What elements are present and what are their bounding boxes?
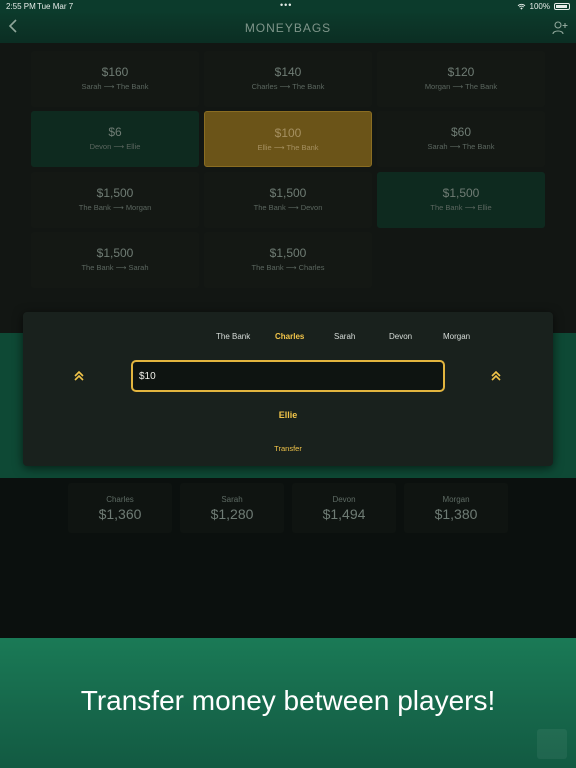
battery-percent: 100% [529, 2, 550, 11]
transaction-card[interactable]: $1,500 The Bank ⟶ Ellie [377, 172, 545, 228]
wifi-icon [517, 3, 525, 10]
transaction-parties: Ellie ⟶ The Bank [257, 143, 319, 152]
transaction-parties: Devon ⟶ Ellie [89, 142, 141, 151]
player-balance: $1,360 [98, 506, 142, 522]
transaction-card[interactable]: $120 Morgan ⟶ The Bank [377, 51, 545, 107]
transaction-parties: The Bank ⟶ Sarah [81, 263, 149, 272]
balance-card[interactable]: Charles $1,360 [68, 483, 172, 533]
transaction-amount: $1,500 [442, 186, 480, 200]
recipient-option[interactable]: Sarah [334, 332, 355, 341]
transaction-parties: The Bank ⟶ Devon [253, 203, 323, 212]
transaction-parties: Sarah ⟶ The Bank [81, 82, 149, 91]
player-balance: $1,494 [322, 506, 366, 522]
balance-card[interactable]: Devon $1,494 [292, 483, 396, 533]
player-balance: $1,280 [210, 506, 254, 522]
transaction-parties: The Bank ⟶ Morgan [78, 203, 152, 212]
recipient-selector: The Bank Charles Sarah Devon Morgan [23, 332, 553, 344]
status-bar: 2:55 PM Tue Mar 7 ••• 100% [0, 0, 576, 13]
transaction-amount: $1,500 [269, 186, 307, 200]
transfer-panel: The Bank Charles Sarah Devon Morgan Elli… [23, 312, 553, 466]
transaction-card[interactable]: $1,500 The Bank ⟶ Charles [204, 232, 372, 288]
sender-selector[interactable]: Ellie [23, 410, 553, 420]
balance-card[interactable]: Morgan $1,380 [404, 483, 508, 533]
undo-icon[interactable] [537, 729, 567, 759]
transaction-card-selected[interactable]: $100 Ellie ⟶ The Bank [204, 111, 372, 167]
transaction-parties: Sarah ⟶ The Bank [427, 142, 495, 151]
status-date: Tue Mar 7 [37, 2, 74, 11]
transaction-card[interactable]: $1,500 The Bank ⟶ Morgan [31, 172, 199, 228]
recipient-option[interactable]: Morgan [443, 332, 470, 341]
transaction-amount: $1,500 [96, 186, 134, 200]
recipient-option-selected[interactable]: Charles [275, 332, 304, 341]
promo-caption: Transfer money between players! [80, 685, 496, 716]
status-time: 2:55 PM [6, 2, 36, 11]
status-right: 100% [517, 2, 570, 11]
amount-input[interactable] [131, 360, 445, 392]
transaction-amount: $140 [274, 65, 302, 79]
player-name: Morgan [442, 495, 470, 504]
promo-banner: Transfer money between players! [0, 638, 576, 768]
transaction-card[interactable]: $60 Sarah ⟶ The Bank [377, 111, 545, 167]
double-chevron-up-icon[interactable] [73, 370, 85, 382]
app-title: MONEYBAGS [244, 21, 332, 35]
transaction-history: $160 Sarah ⟶ The Bank $140 Charles ⟶ The… [0, 43, 576, 333]
balance-card[interactable]: Sarah $1,280 [180, 483, 284, 533]
player-name: Charles [106, 495, 134, 504]
transaction-card[interactable]: $1,500 The Bank ⟶ Sarah [31, 232, 199, 288]
transaction-parties: The Bank ⟶ Charles [251, 263, 325, 272]
transaction-card[interactable]: $140 Charles ⟶ The Bank [204, 51, 372, 107]
recipient-option[interactable]: Devon [389, 332, 412, 341]
transaction-amount: $120 [447, 65, 475, 79]
transaction-card[interactable]: $160 Sarah ⟶ The Bank [31, 51, 199, 107]
player-balance: $1,380 [434, 506, 478, 522]
player-name: Sarah [221, 495, 243, 504]
battery-icon [554, 3, 570, 10]
nav-bar: MONEYBAGS [0, 13, 576, 43]
player-name: Devon [332, 495, 356, 504]
add-player-icon[interactable] [552, 20, 568, 36]
transaction-amount: $160 [101, 65, 129, 79]
transaction-card[interactable]: $1,500 The Bank ⟶ Devon [204, 172, 372, 228]
transaction-parties: Morgan ⟶ The Bank [424, 82, 498, 91]
transaction-amount: $100 [274, 126, 302, 140]
transaction-amount: $60 [450, 125, 472, 139]
transaction-card[interactable]: $6 Devon ⟶ Ellie [31, 111, 199, 167]
transaction-amount: $1,500 [269, 246, 307, 260]
double-chevron-up-icon[interactable] [490, 370, 502, 382]
multitasking-dots-icon[interactable]: ••• [280, 0, 292, 10]
transaction-parties: Charles ⟶ The Bank [251, 82, 325, 91]
player-balances: Charles $1,360 Sarah $1,280 Devon $1,494… [0, 478, 576, 638]
transaction-parties: The Bank ⟶ Ellie [430, 203, 492, 212]
recipient-option[interactable]: The Bank [216, 332, 250, 341]
transaction-amount: $1,500 [96, 246, 134, 260]
transfer-button[interactable]: Transfer [23, 444, 553, 453]
transaction-amount: $6 [108, 125, 122, 139]
